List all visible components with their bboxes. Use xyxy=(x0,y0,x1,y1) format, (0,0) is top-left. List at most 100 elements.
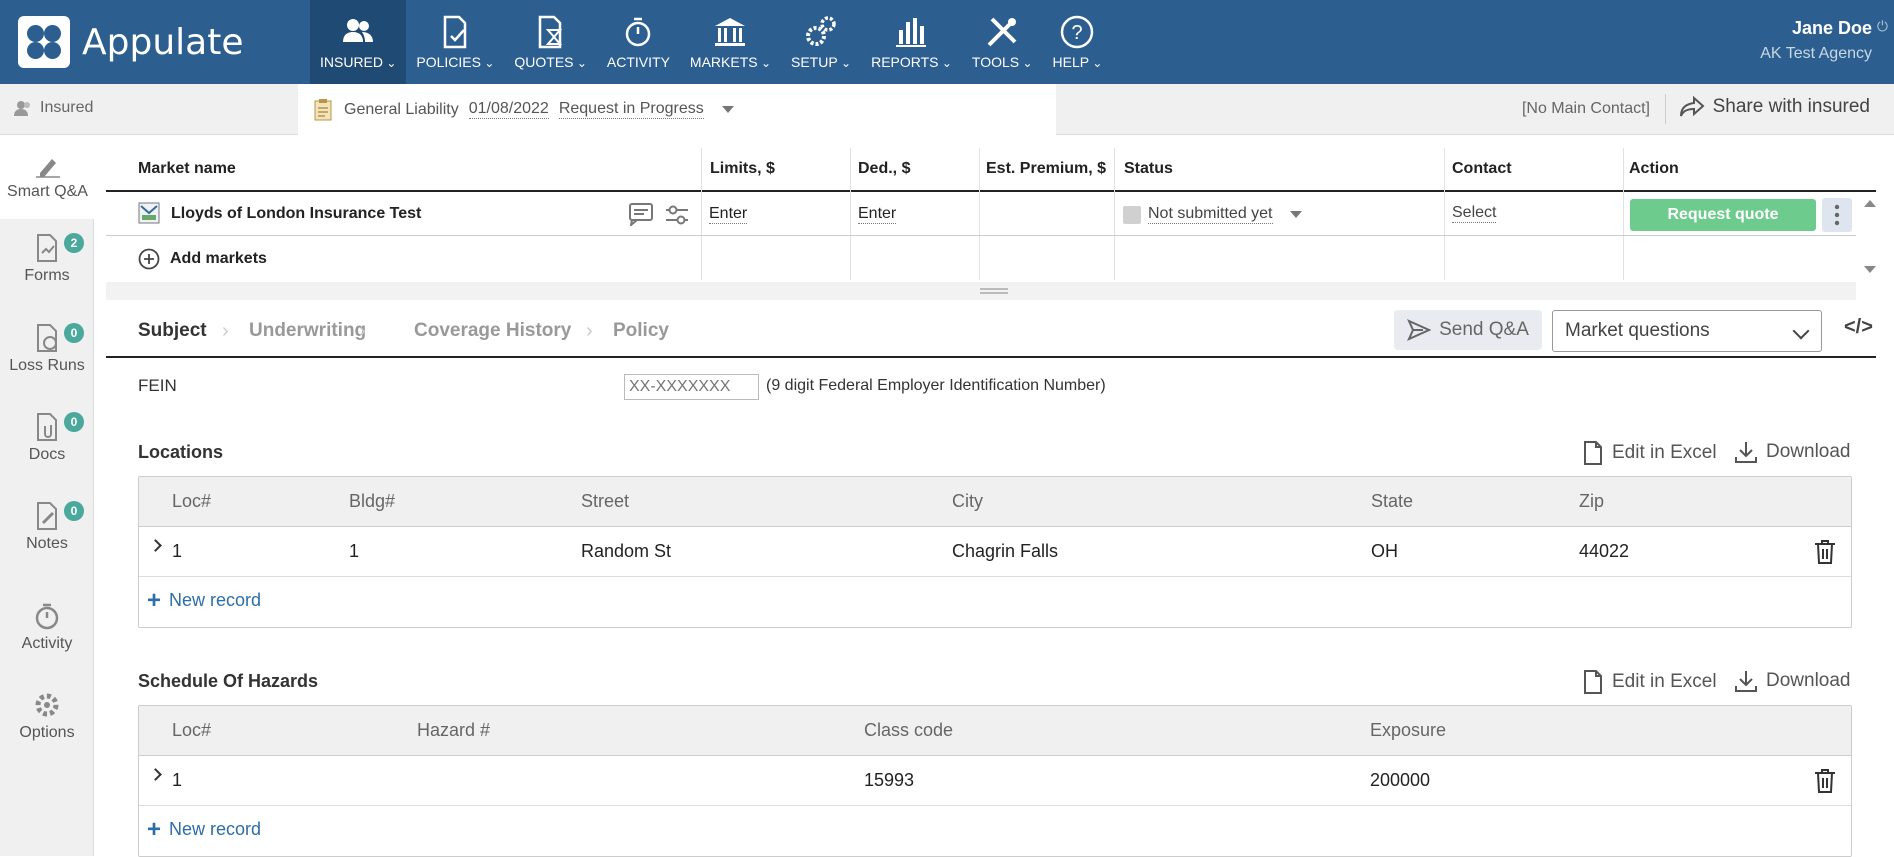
col-action[interactable]: Action xyxy=(1629,160,1679,178)
hazards-new-record-button[interactable]: + New record xyxy=(139,806,1851,856)
col-exposure[interactable]: Exposure xyxy=(1370,720,1446,741)
col-ded[interactable]: Ded., $ xyxy=(858,160,910,178)
status-dropdown[interactable]: Not submitted yet xyxy=(1148,205,1273,224)
col-status[interactable]: Status xyxy=(1124,160,1173,178)
bar-chart-icon xyxy=(896,18,927,47)
nav-quotes[interactable]: QUOTES xyxy=(504,0,597,84)
top-navigation-bar: Appulate INSURED POLICIES QUOTES ACTIVIT… xyxy=(0,0,1894,84)
table-row[interactable]: 1 15993 200000 xyxy=(139,756,1851,806)
plus-icon: + xyxy=(147,586,162,614)
col-city[interactable]: City xyxy=(952,491,983,512)
market-questions-select[interactable]: Market questions xyxy=(1552,310,1822,352)
resize-handle[interactable] xyxy=(106,282,1856,300)
nav-insured[interactable]: INSURED xyxy=(310,0,407,84)
col-class-code[interactable]: Class code xyxy=(864,720,953,741)
hazards-edit-excel-button[interactable]: Edit in Excel xyxy=(1582,669,1717,695)
table-row[interactable]: 1 1 Random St Chagrin Falls OH 44022 xyxy=(139,527,1851,577)
tab-coverage-history[interactable]: Coverage History xyxy=(414,320,571,342)
user-agency: AK Test Agency xyxy=(1760,45,1872,62)
col-bldg[interactable]: Bldg# xyxy=(349,491,395,512)
locations-edit-excel-button[interactable]: Edit in Excel xyxy=(1582,440,1717,466)
help-icon: ? xyxy=(1061,15,1094,49)
power-icon[interactable]: ⏻ xyxy=(1877,18,1888,35)
market-logo-icon xyxy=(138,202,160,224)
pen-icon xyxy=(35,159,60,178)
users-icon xyxy=(343,19,374,42)
sliders-icon[interactable] xyxy=(664,202,690,228)
plus-circle-icon xyxy=(138,248,160,270)
fein-input[interactable] xyxy=(624,374,759,400)
insured-crumb[interactable]: Insured xyxy=(14,99,93,117)
locations-download-button[interactable]: Download xyxy=(1734,440,1851,464)
request-quote-button[interactable]: Request quote xyxy=(1630,199,1816,231)
hazards-download-button[interactable]: Download xyxy=(1734,669,1851,693)
col-market-name[interactable]: Market name xyxy=(138,160,236,178)
nav-policies[interactable]: POLICIES xyxy=(406,0,504,84)
col-hazard[interactable]: Hazard # xyxy=(417,720,490,741)
chevron-down-icon[interactable] xyxy=(1290,211,1302,218)
notes-icon xyxy=(37,502,57,530)
col-limits[interactable]: Limits, $ xyxy=(710,160,775,178)
sidebar-item-forms[interactable]: 2 Forms xyxy=(0,233,94,285)
col-street[interactable]: Street xyxy=(581,491,629,512)
code-view-button[interactable]: </> xyxy=(1844,316,1873,339)
fein-label: FEIN xyxy=(138,376,177,395)
hazards-title: Schedule Of Hazards xyxy=(138,671,319,691)
sidebar-item-docs[interactable]: 0 Docs xyxy=(0,412,94,464)
nav-activity[interactable]: ACTIVITY xyxy=(597,0,680,84)
locations-new-record-button[interactable]: + New record xyxy=(139,577,1851,627)
trash-icon[interactable] xyxy=(1813,768,1837,794)
file-icon xyxy=(1584,670,1602,694)
scroll-up-arrow[interactable] xyxy=(1864,200,1876,207)
chevron-right-icon[interactable] xyxy=(149,768,162,781)
nav-setup[interactable]: SETUP xyxy=(781,0,861,84)
sidebar-item-activity[interactable]: Activity xyxy=(0,601,94,653)
tab-underwriting[interactable]: Underwriting xyxy=(249,320,366,342)
nav-reports[interactable]: REPORTS xyxy=(861,0,962,84)
grip-icon xyxy=(980,288,1008,294)
policy-date[interactable]: 01/08/2022 xyxy=(468,100,549,119)
chevron-right-icon: › xyxy=(586,320,593,342)
contact-select[interactable]: Select xyxy=(1452,204,1497,223)
nav-help[interactable]: ? HELP xyxy=(1043,0,1113,84)
main-nav: INSURED POLICIES QUOTES ACTIVITY MARKETS… xyxy=(310,0,1112,84)
sidebar-item-notes[interactable]: 0 Notes xyxy=(0,501,94,553)
comment-icon[interactable] xyxy=(628,202,654,226)
ded-input[interactable]: Enter xyxy=(858,205,897,224)
col-zip[interactable]: Zip xyxy=(1579,491,1604,512)
col-contact[interactable]: Contact xyxy=(1452,160,1512,178)
col-loc[interactable]: Loc# xyxy=(172,491,211,512)
limits-input[interactable]: Enter xyxy=(709,205,748,224)
app-name: Appulate xyxy=(82,21,244,63)
nav-markets[interactable]: MARKETS xyxy=(680,0,781,84)
nav-tools[interactable]: TOOLS xyxy=(962,0,1043,84)
markets-table-header: Market name Limits, $ Ded., $ Est. Premi… xyxy=(106,148,1876,192)
loss-runs-count-badge: 0 xyxy=(64,323,84,343)
chevron-right-icon[interactable] xyxy=(149,539,162,552)
main-contact-link[interactable]: [No Main Contact] xyxy=(1522,100,1650,118)
sidebar-item-options[interactable]: Options xyxy=(0,690,94,742)
tab-subject[interactable]: Subject xyxy=(138,320,207,342)
trash-icon[interactable] xyxy=(1813,539,1837,565)
share-with-insured-button[interactable]: Share with insured xyxy=(1679,96,1870,118)
file-icon xyxy=(1584,441,1602,465)
policy-selector[interactable]: General Liability 01/08/2022 Request in … xyxy=(298,84,1056,135)
col-premium[interactable]: Est. Premium, $ xyxy=(986,160,1106,178)
market-name[interactable]: Lloyds of London Insurance Test xyxy=(171,205,421,223)
app-logo[interactable]: Appulate xyxy=(18,16,243,68)
sidebar-item-smart-qa[interactable]: Smart Q&A xyxy=(0,135,95,219)
user-menu[interactable]: Jane Doe AK Test Agency ⏻ xyxy=(1760,18,1888,63)
col-state[interactable]: State xyxy=(1371,491,1413,512)
tab-policy[interactable]: Policy xyxy=(613,320,669,342)
sidebar-item-loss-runs[interactable]: 0 Loss Runs xyxy=(0,323,94,375)
chevron-right-icon: › xyxy=(359,320,366,342)
add-markets-button[interactable]: Add markets xyxy=(138,248,267,270)
forms-count-badge: 2 xyxy=(64,233,84,253)
row-menu-button[interactable] xyxy=(1822,198,1852,232)
more-vertical-icon xyxy=(1834,204,1840,226)
send-qa-button[interactable]: Send Q&A xyxy=(1394,310,1542,350)
col-loc[interactable]: Loc# xyxy=(172,720,211,741)
scroll-down-arrow[interactable] xyxy=(1864,266,1876,273)
policy-status[interactable]: Request in Progress xyxy=(558,100,704,119)
chevron-down-icon[interactable] xyxy=(721,106,734,113)
